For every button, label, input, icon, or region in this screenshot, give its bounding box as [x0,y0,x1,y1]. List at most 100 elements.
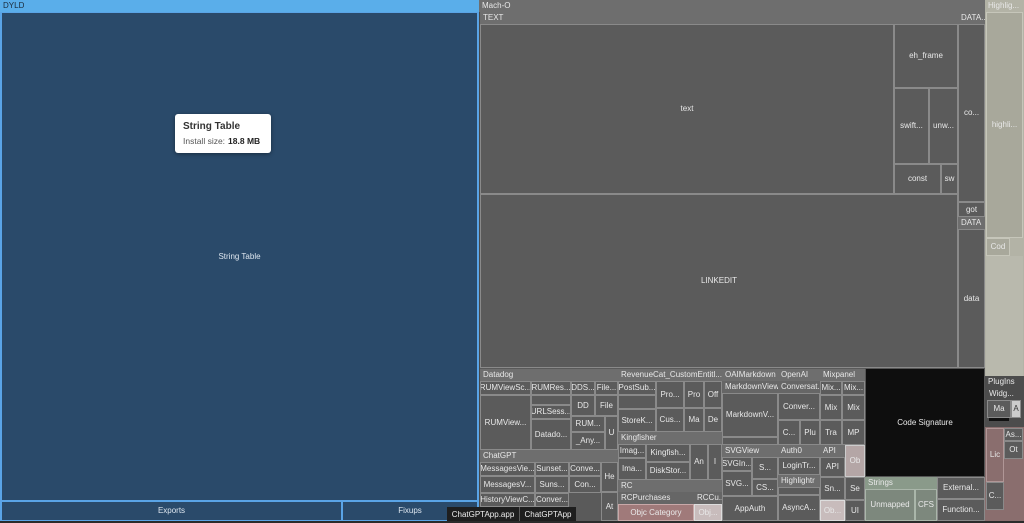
datadog-header[interactable]: Datadog [480,369,618,381]
unmapped-cell[interactable]: Unmapped [865,489,915,521]
imag-cell[interactable]: Imag... [618,444,646,458]
file2-cell[interactable]: File [595,395,618,416]
mix4-cell[interactable]: Mix [842,395,865,420]
dyld-header[interactable]: DYLD [0,0,479,12]
ot-cell[interactable]: Ot [1004,441,1023,459]
de-cell[interactable]: De [704,408,722,432]
urlsess-cell[interactable]: URLSess... [531,405,571,419]
highlightr-header[interactable]: Highlightr [778,475,820,487]
ob2-cell[interactable]: Ob [845,445,865,477]
oaimarkdown-header[interactable]: OAIMarkdown [722,369,778,381]
kingfish-cell[interactable]: Kingfish... [646,444,690,462]
con-cell[interactable]: Con... [569,476,601,493]
auth0-header[interactable]: Auth0 [778,445,820,457]
eh-frame-section[interactable]: eh_frame [894,24,958,88]
openai-header[interactable]: OpenAI [778,369,820,381]
svg-cell[interactable]: SVG... [722,471,752,496]
c-cell[interactable]: C... [778,420,800,445]
got-section[interactable]: got [958,202,985,217]
a-cell[interactable]: A [1011,400,1021,418]
external-cell[interactable]: External... [937,477,985,499]
code-signature-block[interactable]: Code Signature [865,368,985,477]
lic-cell[interactable]: Lic [986,428,1004,482]
sw-section[interactable]: sw [941,164,958,194]
ui-cell[interactable]: UI [845,500,865,521]
text-segment-header[interactable]: TEXT [480,12,958,24]
asynca-cell[interactable]: AsyncA... [778,495,820,521]
markdown-small-cell[interactable] [722,437,778,445]
sunset-cell[interactable]: Sunset... [535,462,569,476]
plu-cell[interactable]: Plu [800,420,820,445]
cdots-cell[interactable]: C... [986,482,1004,510]
api-header[interactable]: API [820,445,845,457]
kingfisher-header[interactable]: Kingfisher [618,432,722,444]
highlight-header[interactable]: Highlig... [985,0,1024,12]
an-cell[interactable]: An [690,444,708,480]
string-table-block[interactable]: String Table [1,12,478,501]
unwind-section[interactable]: unw... [929,88,958,164]
ma2-cell[interactable]: Ma [987,400,1011,418]
dds-cell[interactable]: DDS... [571,381,595,395]
messagesvie-cell[interactable]: MessagesVie... [480,462,535,476]
function-cell[interactable]: Function... [937,499,985,521]
ob-cell[interactable]: Ob... [820,500,845,521]
conve-cell[interactable]: Conve... [569,462,601,476]
revenuecat-header[interactable]: RevenueCat_CustomEntitl... [618,369,722,381]
rumviewsc-cell[interactable]: RUMViewSc... [480,381,531,395]
cfs-cell[interactable]: CFS [915,489,937,521]
data-const-header[interactable]: DATA... [958,12,985,24]
markdownv-cell[interactable]: MarkdownV... [722,393,778,437]
const-section[interactable]: const [894,164,941,194]
data-section[interactable]: data [958,229,985,368]
historyview-cell[interactable]: HistoryViewC... [480,493,535,507]
messagesv-cell[interactable]: MessagesV... [480,476,535,493]
he-cell[interactable]: He [601,462,618,492]
svgin-cell[interactable]: SVGIn... [722,457,752,471]
conversat-header[interactable]: Conversat... [778,381,820,393]
conver-cell[interactable]: Conver... [778,393,820,420]
any-cell[interactable]: _Any... [571,432,605,450]
highlight-cell[interactable]: highli... [986,12,1023,238]
co-section[interactable]: co... [958,24,985,202]
off-cell[interactable]: Off [704,381,722,408]
cs-cell[interactable]: CS... [752,479,778,496]
macho-header[interactable]: Mach-O [479,0,985,12]
strings-header[interactable]: Strings [865,477,937,489]
ma-cell[interactable]: Ma [684,408,704,432]
api2-cell[interactable]: API [820,457,845,477]
postsub-child-cell[interactable] [618,395,656,409]
rumres-cell[interactable]: RUMRes... [531,381,571,395]
pro2-cell[interactable]: Pro [684,381,704,408]
exports-block[interactable]: Exports [1,501,342,521]
conver2-cell[interactable]: Conver... [535,493,569,507]
svgview-header[interactable]: SVGView [722,445,778,457]
widg-header[interactable]: Widg... [986,388,1023,400]
ima-cell[interactable]: Ima... [618,458,646,480]
tra-cell[interactable]: Tra [820,420,842,445]
mixpanel-header[interactable]: Mixpanel [820,369,865,381]
datado-cell[interactable]: Datado... [531,419,571,450]
at-cell[interactable]: At [601,492,618,521]
se-cell[interactable]: Se [845,477,865,500]
objc-category-cell[interactable]: Objc Category [618,504,694,521]
mix2-cell[interactable]: Mix... [842,381,865,395]
rc-header[interactable]: RC [618,480,722,492]
file-cell[interactable]: File... [595,381,618,395]
plugins-header[interactable]: PlugIns [985,376,1024,388]
logintr-cell[interactable]: LoginTr... [778,457,820,475]
rum-cell[interactable]: RUM... [571,416,605,432]
s-cell[interactable]: S... [752,457,778,479]
markdownview-header[interactable]: MarkdownView [722,381,778,393]
mix1-cell[interactable]: Mix... [820,381,842,395]
obj-cell[interactable]: Obj... [694,504,722,521]
data-segment-header[interactable]: DATA [958,217,985,229]
diskstor-cell[interactable]: DiskStor... [646,462,690,480]
storek-cell[interactable]: StoreK... [618,409,656,432]
as-cell[interactable]: As... [1004,428,1023,441]
rum-small-cell[interactable] [531,395,571,405]
breadcrumb-app[interactable]: ChatGPTApp.app [447,507,519,521]
breadcrumb-binary[interactable]: ChatGPTApp [520,507,576,521]
mp-cell[interactable]: MP [842,420,865,445]
postsub-cell[interactable]: PostSub... [618,381,656,395]
appauth-cell[interactable]: AppAuth [722,496,778,521]
